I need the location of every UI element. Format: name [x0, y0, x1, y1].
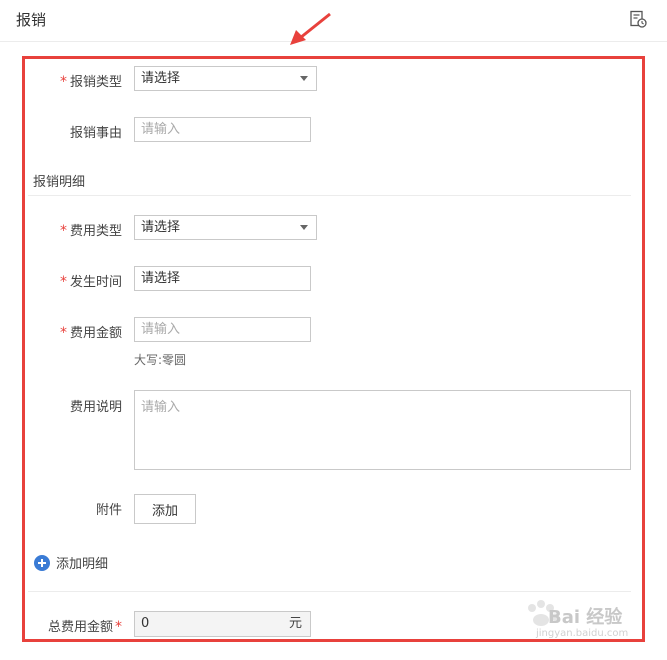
occur-time-label: * 发生时间 — [59, 274, 122, 290]
add-detail-button[interactable]: 添加明细 — [34, 553, 108, 572]
watermark-text: Bai 经验 — [548, 607, 623, 628]
section-divider — [28, 195, 631, 196]
description-label: 费用说明 — [69, 400, 122, 415]
total-label: 总费用金额 * — [47, 619, 122, 635]
occur-time-picker[interactable]: 请选择 — [134, 266, 311, 291]
reimburse-type-label: * 报销类型 — [59, 74, 122, 90]
plus-circle-icon — [34, 554, 50, 571]
watermark-subtext: jingyan.baidu.com — [536, 628, 629, 639]
total-divider — [28, 591, 631, 592]
total-amount-field: 0 元 — [134, 611, 311, 637]
chevron-down-icon — [300, 76, 308, 81]
reason-label: 报销事由 — [69, 126, 122, 141]
expense-type-select[interactable]: 请选择 — [134, 215, 317, 240]
amount-label: * 费用金额 — [59, 325, 122, 341]
add-attachment-button[interactable]: 添加 — [134, 494, 196, 524]
chevron-down-icon — [300, 225, 308, 230]
amount-input[interactable]: 请输入 — [134, 317, 311, 342]
amount-uppercase-hint: 大写:零圆 — [134, 353, 187, 367]
attachment-label: 附件 — [95, 503, 122, 518]
reimburse-type-select[interactable]: 请选择 — [134, 66, 317, 91]
description-textarea[interactable]: 请输入 — [134, 390, 631, 470]
page-title: 报销 — [16, 11, 47, 29]
annotation-frame — [22, 56, 645, 642]
detail-section-title: 报销明细 — [33, 175, 86, 190]
currency-unit: 元 — [288, 616, 302, 631]
reason-input[interactable]: 请输入 — [134, 117, 311, 142]
annotation-arrow-icon — [290, 12, 331, 45]
expense-type-label: * 费用类型 — [59, 223, 122, 239]
history-icon[interactable] — [629, 10, 647, 28]
